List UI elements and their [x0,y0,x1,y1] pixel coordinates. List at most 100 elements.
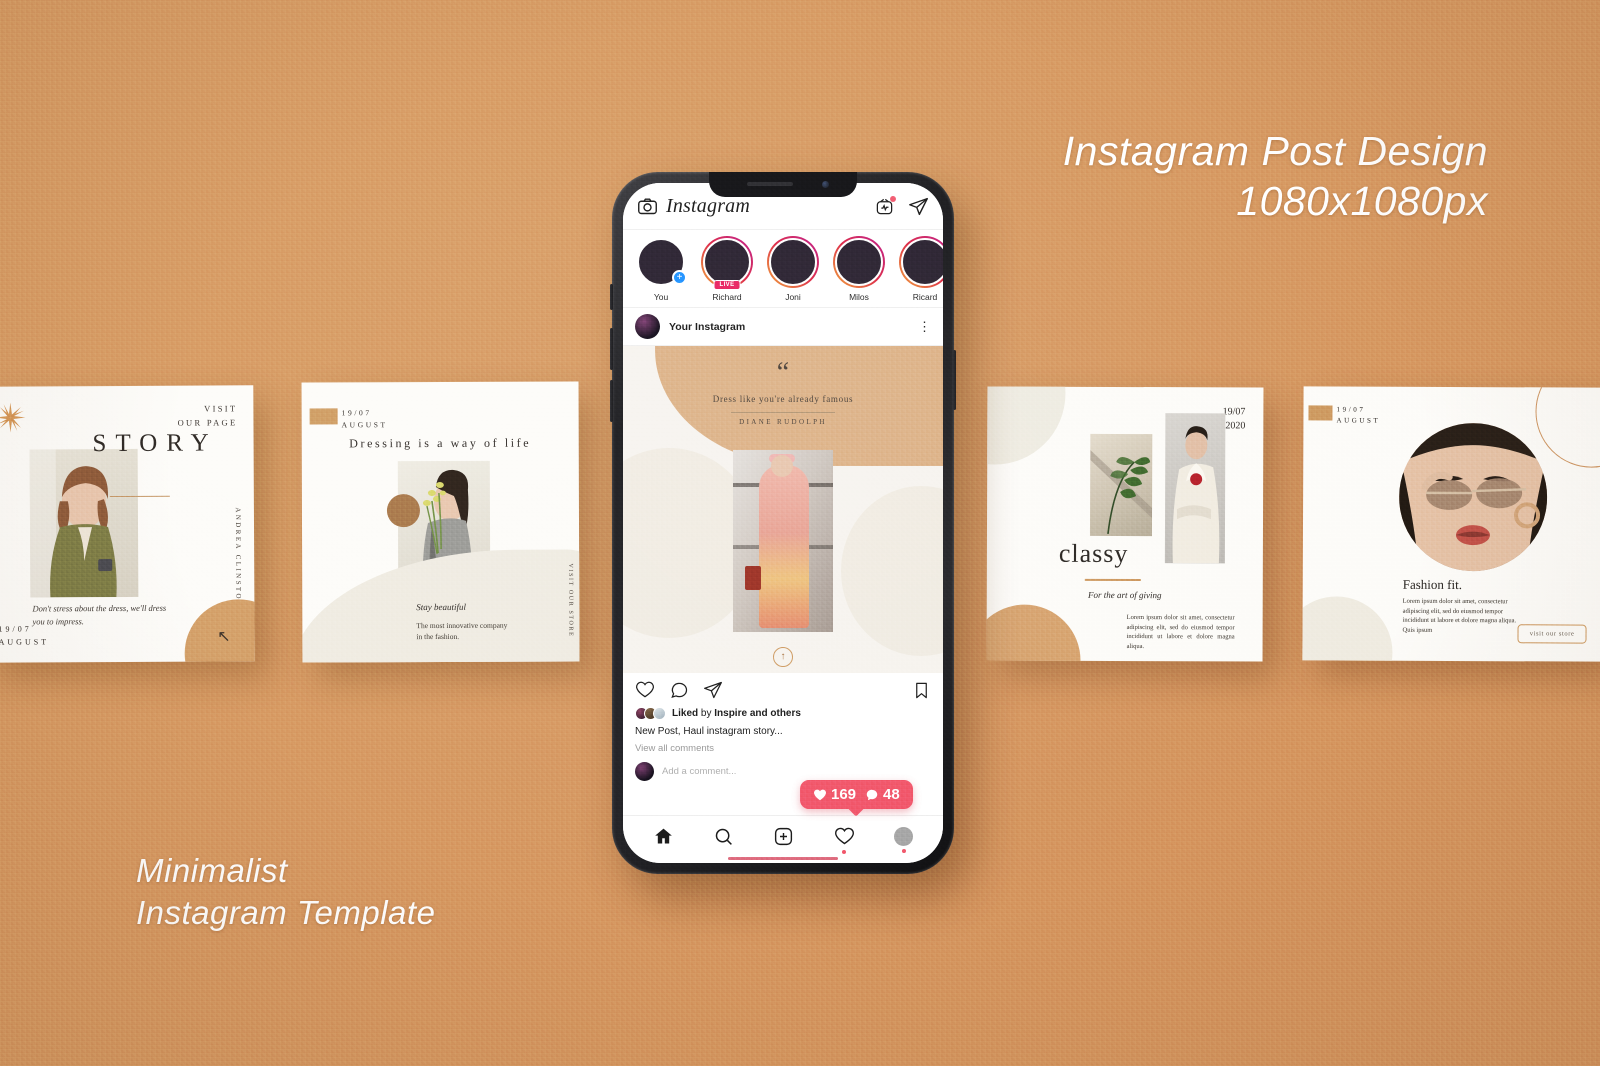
post-cream-blob-right [841,486,943,656]
home-indicator [728,857,838,860]
classy-card-rule [1084,578,1141,582]
nav-create-plus-square-icon[interactable] [773,826,794,847]
bookmark-icon[interactable] [912,681,931,700]
arrow-up-icon[interactable]: ↑ [773,647,793,667]
story-item-milos[interactable]: Milos [831,236,887,307]
story-card-hairline [109,495,170,498]
story-card-author-vertical: ANDREA CLINSTON [233,507,243,609]
dressing-card-subtitle: Stay beautiful [416,601,467,613]
nav-activity-heart-icon[interactable] [834,826,855,854]
stories-tray[interactable]: + You LIVE Richard Joni Milos Ricard [623,230,943,308]
classy-card-model-photo [1164,413,1226,564]
engagement-badge: 169 48 [800,780,913,809]
story-card-caption: Don't stress about the dress, we'll dres… [32,602,167,627]
avatar [635,762,654,781]
liked-by-avatars [635,707,666,720]
arrow-up-left-icon: ↖ [217,628,231,646]
story-item-richard[interactable]: LIVE Richard [699,236,755,307]
dressing-card-date-tag [309,408,338,425]
igtv-icon[interactable] [875,195,896,216]
badge-like-count: 169 [831,786,857,803]
post-media[interactable]: “ Dress like you're already famous DIANE… [623,346,943,673]
dressing-card-circle-shape [386,494,421,528]
footer-title-line-2: Instagram Template [136,894,436,931]
power-button[interactable] [953,350,956,410]
post-username[interactable]: Your Instagram [669,321,745,333]
view-all-comments-link[interactable]: View all comments [635,743,931,754]
post-caption: New Post, Haul instagram story... [635,726,783,737]
post-meta: Liked by Inspire and others New Post, Ha… [623,707,943,781]
liked-by-row: Liked by Inspire and others [635,707,931,720]
volume-up-button[interactable] [610,328,613,370]
add-comment-input[interactable]: Add a comment... [662,766,736,777]
classy-card-plant-photo [1089,433,1153,537]
story-item-you[interactable]: + You [633,236,689,307]
visit-our-store-button[interactable]: visit our store [1517,624,1587,644]
page-title-line-2: 1080x1080px [1236,178,1488,224]
template-card-fashion-fit[interactable]: 19/07 AUGUST Fashion fit. Lorem ipsum do… [1302,386,1600,662]
page-title-line-1: Instagram Post Design [1062,128,1488,174]
heart-filled-icon [814,789,826,800]
template-card-dressing[interactable]: 19/07 AUGUST Dressing is a way of life S… [301,381,580,663]
dressing-card-heading: Dressing is a way of life [349,435,532,451]
story-card-title: STORY [92,429,218,458]
phone-screen: Instagram + You LIVE Richard Joni Milos … [623,183,943,863]
nav-search-icon[interactable] [713,826,734,847]
liked-by-name[interactable]: Inspire [714,708,747,719]
fashion-card-title: Fashion fit. [1402,576,1463,593]
story-label: Richard [712,292,742,302]
fashion-card-bottom-blob-cream [1302,596,1393,662]
camera-icon[interactable] [637,196,658,217]
instagram-logo: Instagram [666,194,751,217]
story-card-date: 19/07 AUGUST [0,624,50,647]
quote-mark-icon: “ [776,357,790,388]
classy-card-body: Lorem ipsum dolor sit amet, consectetur … [1126,614,1235,650]
fashion-card-date-tag [1308,405,1333,421]
volume-down-button[interactable] [610,380,613,422]
footer-title-line-1: Minimalist [136,852,288,889]
phone-mockup: Instagram + You LIVE Richard Joni Milos … [610,172,956,874]
template-card-classy[interactable]: 19/07 2020 classy For the art of giving … [986,386,1264,662]
story-item-joni[interactable]: Joni [765,236,821,307]
visit-our-page-label: VISIT OUR PAGE [177,403,238,428]
post-actions [623,673,943,707]
nav-home-icon[interactable] [653,826,674,847]
dressing-card-store-vertical: VISIT OUR STORE [567,563,574,638]
post-quote-author: DIANE RUDOLPH [739,418,827,426]
story-item-ricard[interactable]: Ricard [897,236,943,307]
send-icon[interactable] [908,196,929,217]
post-fashion-photo [733,450,833,632]
liked-label: Liked [672,708,699,719]
post-quote-text: Dress like you're already famous [712,394,854,404]
fashion-card-body: Lorem ipsum dolor sit amet, consectetur … [1402,597,1517,634]
comment-icon[interactable] [669,680,689,700]
add-story-plus-icon[interactable]: + [672,270,687,285]
share-send-icon[interactable] [703,680,723,700]
live-badge: LIVE [713,280,741,290]
post-header: Your Instagram ⋮ [623,308,943,346]
story-label: Milos [849,292,869,302]
badge-comments: 48 [865,786,900,803]
dressing-card-body: The most innovative company in the fashi… [416,620,508,642]
nav-profile-avatar[interactable] [894,827,914,853]
classy-card-top-blob [986,386,1066,465]
phone-body: Instagram + You LIVE Richard Joni Milos … [610,172,956,874]
classy-card-bottom-blob [986,604,1081,662]
avatar[interactable] [635,314,660,339]
mute-switch[interactable] [610,284,613,310]
story-label: Ricard [912,292,938,302]
template-card-story[interactable]: VISIT OUR PAGE STORY ANDREA CLINSTON Don… [0,385,255,663]
classy-card-word: classy [1058,538,1129,569]
story-card-photo [29,448,139,598]
classy-card-subtitle: For the art of giving [1087,589,1162,601]
add-comment-row[interactable]: Add a comment... [635,762,931,781]
liked-by-others[interactable]: and others [750,708,801,719]
heart-icon[interactable] [635,680,655,700]
story-label: Joni [785,292,801,302]
badge-likes: 169 [813,786,856,803]
kebab-menu-icon[interactable]: ⋮ [918,320,931,333]
fashion-card-portrait-photo [1398,422,1548,572]
fashion-card-date: 19/07 AUGUST [1336,405,1381,425]
badge-comment-count: 48 [883,786,900,803]
liked-by-text: Liked by Inspire and others [672,708,801,719]
